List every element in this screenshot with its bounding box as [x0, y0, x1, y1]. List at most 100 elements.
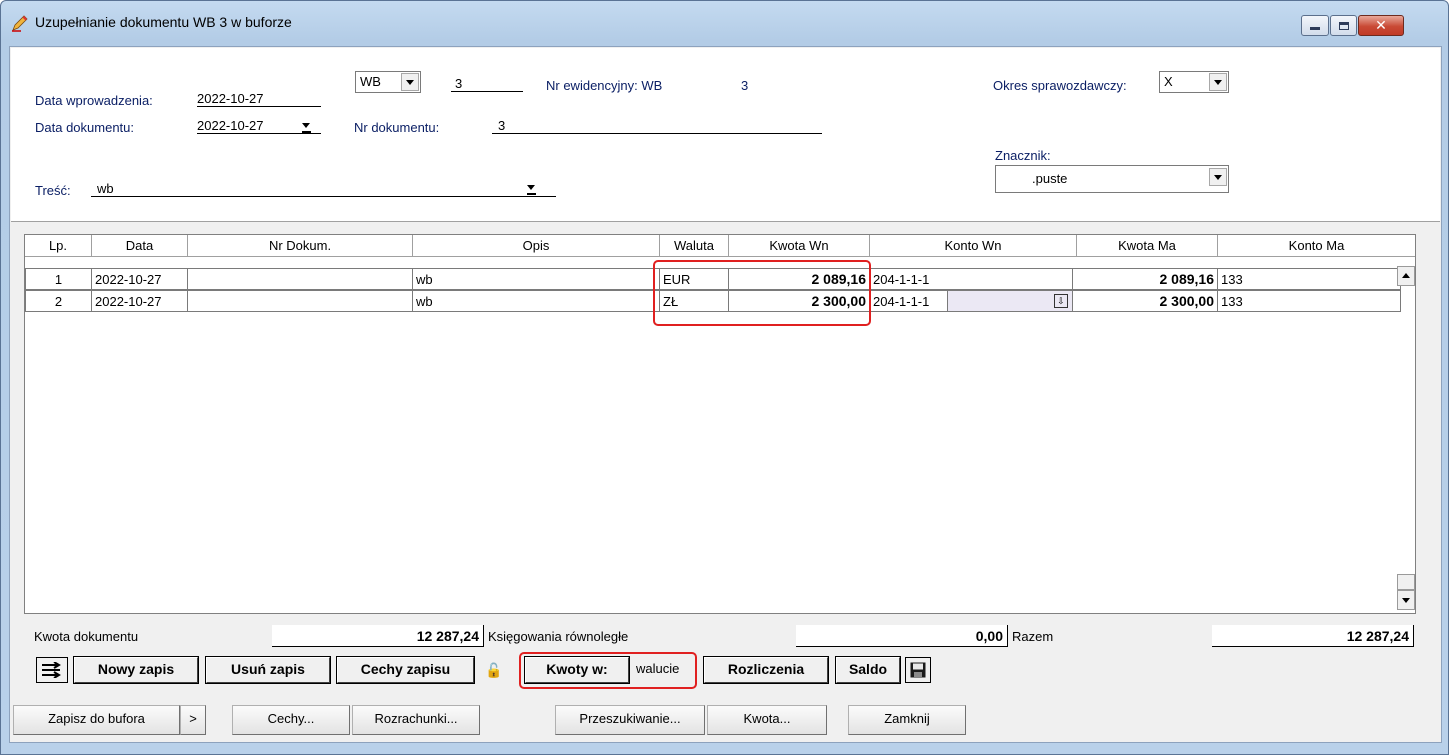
cell-opis[interactable]: wb	[413, 268, 660, 290]
numer-field[interactable]: 3	[451, 76, 523, 92]
okres-sprawozdawczy-label: Okres sprawozdawczy:	[993, 78, 1127, 93]
cell-nr-dokum[interactable]	[188, 290, 413, 312]
data-dokumentu-value: 2022-10-27	[197, 118, 264, 133]
application-window: Uzupełnianie dokumentu WB 3 w buforze ✕ …	[0, 0, 1449, 755]
tresc-field[interactable]: wb	[91, 181, 556, 197]
column-header-nr-dokum[interactable]: Nr Dokum.	[188, 235, 413, 257]
ksiegowania-label: Księgowania równoległe	[488, 629, 629, 644]
cell-konto-wn[interactable]: 204-1-1-1	[870, 268, 1073, 290]
cell-konto-ma[interactable]: 133	[1218, 290, 1401, 312]
chevron-down-icon[interactable]	[1209, 168, 1227, 186]
column-header-opis[interactable]: Opis	[413, 235, 660, 257]
save-button[interactable]	[905, 657, 931, 683]
maximize-icon	[1338, 21, 1349, 30]
cell-opis[interactable]: wb	[413, 290, 660, 312]
znacznik-combo[interactable]: .puste	[995, 165, 1229, 193]
cell-waluta[interactable]: EUR	[660, 268, 729, 290]
tresc-dropdown-icon[interactable]	[523, 179, 541, 197]
minimize-icon	[1310, 27, 1320, 30]
okres-sprawozdawczy-value: X	[1164, 74, 1173, 89]
column-header-kwota-wn[interactable]: Kwota Wn	[729, 235, 870, 257]
column-header-kwota-ma[interactable]: Kwota Ma	[1077, 235, 1218, 257]
numer-value: 3	[455, 76, 463, 91]
cell-lp[interactable]: 1	[25, 268, 92, 290]
table-row[interactable]: 2 2022-10-27 wb ZŁ 2 300,00 204-1-1-1 ⇩ …	[25, 290, 1401, 312]
zamknij-button[interactable]: Zamknij	[848, 705, 966, 735]
razem-label: Razem	[1012, 629, 1054, 644]
zapisz-do-bufora-button[interactable]: Zapisz do bufora	[13, 705, 180, 735]
ksiegowania-value: 0,00	[796, 625, 1008, 647]
cell-data[interactable]: 2022-10-27	[92, 290, 188, 312]
przeszukiwanie-button[interactable]: Przeszukiwanie...	[555, 705, 705, 735]
data-dokumentu-dropdown-icon[interactable]	[298, 117, 316, 135]
nr-ewidencyjny-value: 3	[741, 78, 749, 93]
grid-header: Lp. Data Nr Dokum. Opis Waluta Kwota Wn …	[25, 235, 1415, 257]
pencil-icon	[12, 15, 28, 32]
entries-grid: Lp. Data Nr Dokum. Opis Waluta Kwota Wn …	[24, 234, 1416, 614]
scroll-down-button[interactable]	[1397, 590, 1415, 610]
tresc-label: Treść:	[35, 183, 71, 198]
kwota-dokumentu-value: 12 287,24	[272, 625, 484, 647]
columns-toggle-button[interactable]	[36, 657, 68, 683]
typ-dokumentu-combo[interactable]: WB	[355, 71, 421, 93]
cell-lp[interactable]: 2	[25, 290, 92, 312]
znacznik-label: Znacznik:	[995, 148, 1051, 163]
znacznik-value: .puste	[1032, 171, 1068, 186]
cell-kwota-ma[interactable]: 2 089,16	[1073, 268, 1218, 290]
nowy-zapis-button[interactable]: Nowy zapis	[73, 656, 199, 684]
nr-dokumentu-label: Nr dokumentu:	[354, 120, 440, 135]
title-bar: Uzupełnianie dokumentu WB 3 w buforze ✕	[1, 1, 1448, 41]
kwoty-w-value: walucie	[636, 661, 680, 676]
scroll-thumb[interactable]	[1397, 574, 1415, 590]
column-header-waluta[interactable]: Waluta	[660, 235, 729, 257]
saldo-button[interactable]: Saldo	[835, 656, 901, 684]
cell-waluta[interactable]: ZŁ	[660, 290, 729, 312]
nr-dokumentu-value: 3	[498, 118, 506, 133]
scroll-up-button[interactable]	[1397, 266, 1415, 286]
close-button[interactable]: ✕	[1358, 15, 1404, 36]
nr-dokumentu-field[interactable]: 3	[492, 118, 822, 134]
column-header-konto-wn[interactable]: Konto Wn	[870, 235, 1077, 257]
data-wprowadzenia-field[interactable]: 2022-10-27	[197, 91, 321, 107]
cell-kwota-wn[interactable]: 2 300,00	[729, 290, 870, 312]
floppy-disk-icon	[910, 662, 926, 678]
rozliczenia-button[interactable]: Rozliczenia	[703, 656, 829, 684]
table-row[interactable]: 1 2022-10-27 wb EUR 2 089,16 204-1-1-1 2…	[25, 268, 1401, 290]
rozrachunki-button[interactable]: Rozrachunki...	[352, 705, 480, 735]
client-area: Data wprowadzenia: 2022-10-27 Data dokum…	[9, 46, 1442, 743]
more-options-button[interactable]: >	[180, 705, 206, 735]
lock-icon: 🔓	[485, 661, 503, 678]
kwota-button[interactable]: Kwota...	[707, 705, 827, 735]
kwota-dokumentu-label: Kwota dokumentu	[34, 629, 139, 644]
chevron-down-icon[interactable]	[1209, 73, 1227, 91]
minimize-button[interactable]	[1301, 15, 1329, 36]
tresc-value: wb	[97, 181, 114, 196]
column-header-lp[interactable]: Lp.	[25, 235, 92, 257]
arrows-right-icon	[42, 662, 61, 678]
chevron-down-icon[interactable]	[401, 73, 419, 91]
close-icon: ✕	[1375, 17, 1387, 33]
cell-konto-wn[interactable]: 204-1-1-1	[870, 290, 948, 312]
cell-kwota-ma[interactable]: 2 300,00	[1073, 290, 1218, 312]
column-header-konto-ma[interactable]: Konto Ma	[1218, 235, 1415, 257]
lookup-arrow-icon[interactable]: ⇩	[1054, 294, 1068, 308]
konto-wn-picker[interactable]: ⇩	[948, 290, 1073, 312]
data-wprowadzenia-label: Data wprowadzenia:	[35, 93, 153, 108]
cell-data[interactable]: 2022-10-27	[92, 268, 188, 290]
cechy-button[interactable]: Cechy...	[232, 705, 350, 735]
okres-sprawozdawczy-combo[interactable]: X	[1159, 71, 1229, 93]
kwoty-w-button[interactable]: Kwoty w:	[524, 656, 630, 684]
typ-dokumentu-value: WB	[360, 74, 381, 89]
column-header-data[interactable]: Data	[92, 235, 188, 257]
cell-konto-ma[interactable]: 133	[1218, 268, 1401, 290]
data-dokumentu-label: Data dokumentu:	[35, 120, 135, 135]
cell-nr-dokum[interactable]	[188, 268, 413, 290]
nr-ewidencyjny-label: Nr ewidencyjny: WB	[546, 78, 663, 93]
cechy-zapisu-button[interactable]: Cechy zapisu	[336, 656, 475, 684]
maximize-button[interactable]	[1330, 15, 1357, 36]
usun-zapis-button[interactable]: Usuń zapis	[205, 656, 331, 684]
razem-value: 12 287,24	[1212, 625, 1414, 647]
window-title: Uzupełnianie dokumentu WB 3 w buforze	[35, 14, 292, 30]
document-header: Data wprowadzenia: 2022-10-27 Data dokum…	[11, 48, 1440, 222]
cell-kwota-wn[interactable]: 2 089,16	[729, 268, 870, 290]
